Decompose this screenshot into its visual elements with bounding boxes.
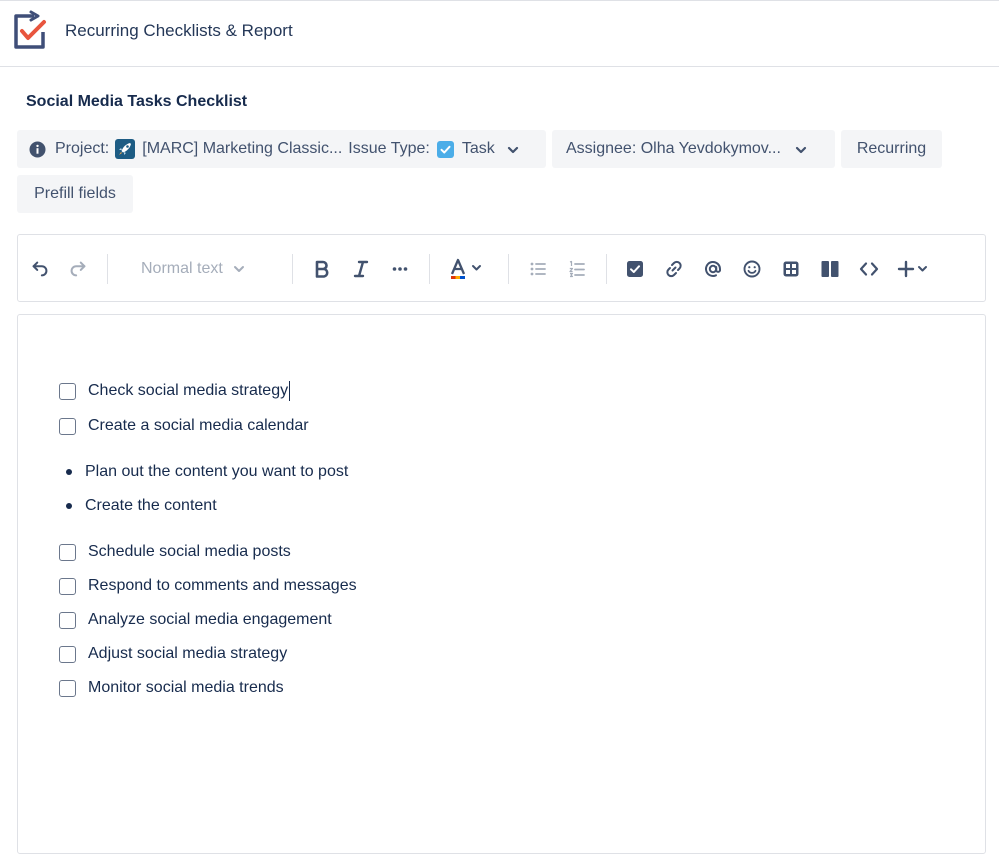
task-item: Schedule social media posts — [59, 541, 291, 563]
task-item: Respond to comments and messages — [59, 575, 357, 597]
chevron-down-icon — [795, 143, 807, 155]
task-text[interactable]: Check social media strategy — [88, 382, 288, 400]
toolbar-divider — [508, 254, 509, 284]
table-icon[interactable] — [777, 235, 805, 303]
text-color-icon[interactable] — [446, 235, 490, 303]
task-checkbox[interactable] — [59, 577, 76, 595]
task-text[interactable]: Monitor social media trends — [88, 679, 284, 697]
code-icon[interactable] — [855, 235, 883, 303]
task-item: Create a social media calendar — [59, 415, 309, 437]
bullet-text[interactable]: Plan out the content you want to post — [85, 463, 348, 481]
rocket-icon — [115, 139, 136, 159]
task-text[interactable]: Analyze social media engagement — [88, 611, 332, 629]
task-text[interactable]: Create a social media calendar — [88, 417, 309, 435]
bullet-text[interactable]: Create the content — [85, 497, 217, 515]
app-header: Recurring Checklists & Report — [0, 1, 999, 67]
text-cursor — [289, 381, 291, 401]
task-item: Check social media strategy — [59, 380, 291, 402]
prefill-fields-button[interactable]: Prefill fields — [17, 175, 133, 213]
toolbar-divider — [429, 254, 430, 284]
bullet-item: Plan out the content you want to post — [66, 461, 348, 483]
action-item-icon[interactable] — [621, 235, 649, 303]
checklist-arrow-icon — [12, 10, 48, 50]
info-icon — [29, 141, 46, 158]
bullet-list-icon[interactable] — [524, 235, 552, 303]
issue-type-label: Issue Type: — [348, 140, 430, 157]
assignee-label: Assignee: Olha Yevdokymov... — [566, 140, 781, 157]
link-icon[interactable] — [660, 235, 688, 303]
bullet-dot — [66, 503, 72, 509]
emoji-icon[interactable] — [738, 235, 766, 303]
undo-icon[interactable] — [26, 235, 54, 303]
chevron-down-icon — [233, 266, 244, 272]
redo-icon[interactable] — [64, 235, 92, 303]
numbered-list-icon[interactable] — [563, 235, 591, 303]
task-checkbox[interactable] — [59, 543, 76, 561]
task-item: Adjust social media strategy — [59, 643, 287, 665]
project-value: [MARC] Marketing Classic... — [142, 140, 343, 157]
text-style-dropdown[interactable]: Normal text — [141, 235, 245, 303]
task-checkbox[interactable] — [59, 611, 76, 629]
mention-icon[interactable] — [699, 235, 727, 303]
bold-icon[interactable] — [308, 235, 336, 303]
more-formatting-icon[interactable] — [386, 235, 414, 303]
bullet-item: Create the content — [66, 495, 217, 517]
editor-toolbar: Normal text — [17, 234, 986, 302]
insert-icon[interactable] — [894, 235, 938, 303]
layouts-icon[interactable] — [816, 235, 844, 303]
task-item: Analyze social media engagement — [59, 609, 332, 631]
issue-type-value: Task — [461, 140, 495, 157]
checklist-title: Social Media Tasks Checklist — [26, 93, 248, 110]
recurring-button[interactable]: Recurring — [841, 130, 942, 168]
italic-icon[interactable] — [347, 235, 375, 303]
toolbar-divider — [107, 254, 108, 284]
task-checkbox[interactable] — [59, 382, 76, 400]
task-text[interactable]: Adjust social media strategy — [88, 645, 287, 663]
text-style-label: Normal text — [141, 260, 223, 277]
task-type-icon — [436, 140, 454, 158]
app-title: Recurring Checklists & Report — [65, 21, 293, 40]
project-issue-type-selector[interactable]: Project: [MARC] Marketing Classic... Iss… — [17, 130, 546, 168]
chevron-down-icon — [507, 143, 519, 155]
toolbar-divider — [606, 254, 607, 284]
assignee-selector[interactable]: Assignee: Olha Yevdokymov... — [552, 130, 835, 168]
task-checkbox[interactable] — [59, 645, 76, 663]
task-text[interactable]: Respond to comments and messages — [88, 577, 357, 595]
bullet-dot — [66, 469, 72, 475]
project-label: Project: — [55, 140, 110, 157]
toolbar-divider — [292, 254, 293, 284]
task-item: Monitor social media trends — [59, 677, 284, 699]
task-text[interactable]: Schedule social media posts — [88, 543, 291, 561]
task-checkbox[interactable] — [59, 417, 76, 435]
task-checkbox[interactable] — [59, 679, 76, 697]
